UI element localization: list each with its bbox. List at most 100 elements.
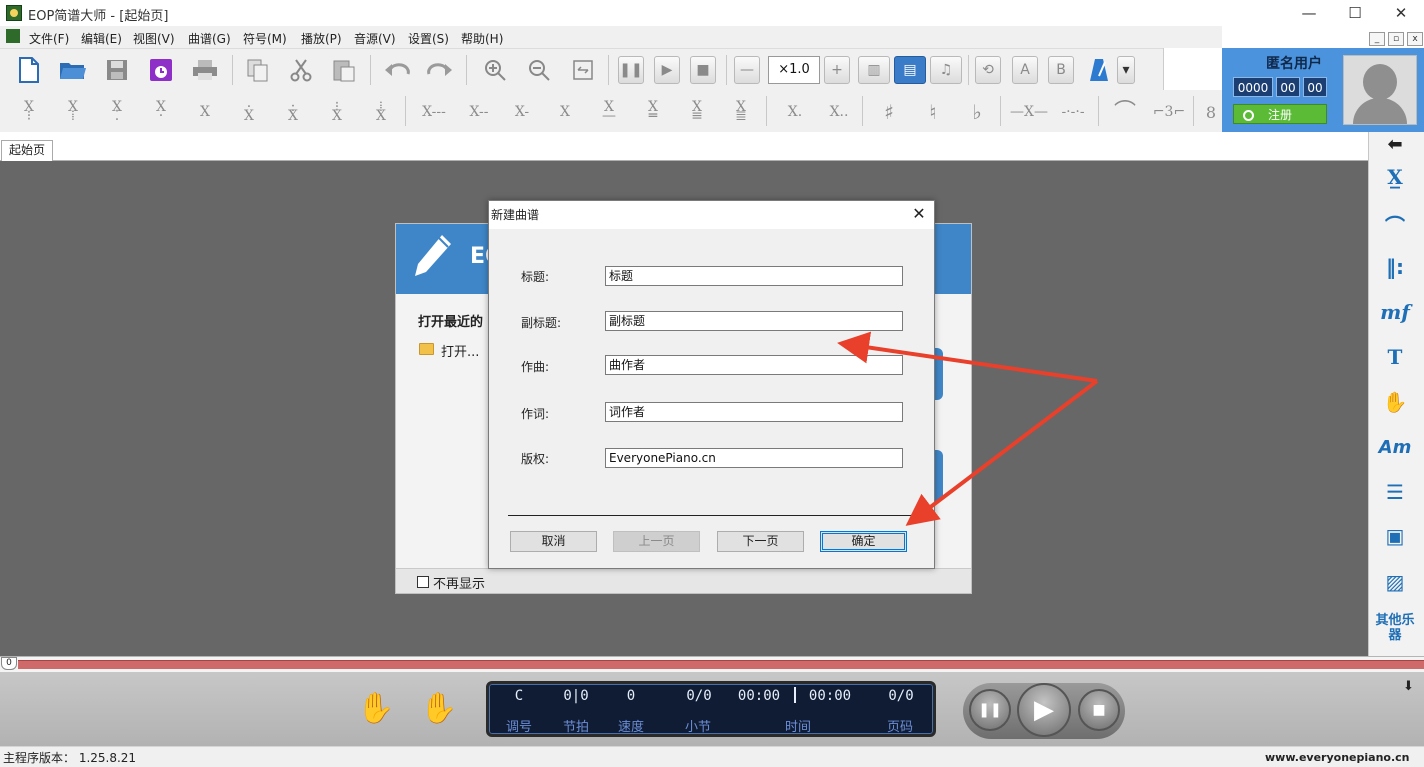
maximize-button[interactable]: ☐	[1332, 0, 1378, 26]
paste-button[interactable]	[327, 53, 361, 87]
fit-page-button[interactable]	[566, 53, 600, 87]
menu-view[interactable]: 视图(V)	[133, 30, 175, 47]
duration-button[interactable]: X-	[503, 96, 541, 128]
speed-field[interactable]: ×1.0	[768, 56, 820, 84]
save-clock-tool-icon[interactable]: ▣	[1372, 524, 1418, 548]
copyright-input[interactable]: EveryonePiano.cn	[605, 448, 903, 468]
title-input[interactable]: 标题	[605, 266, 903, 286]
duration-button[interactable]: X--	[460, 96, 498, 128]
metronome-button[interactable]	[1082, 53, 1116, 87]
note-button[interactable]: ⁞ X	[362, 96, 400, 128]
menu-score[interactable]: 曲谱(G)	[188, 30, 231, 47]
no-show-checkbox[interactable]	[417, 576, 429, 588]
cancel-button[interactable]: 取消	[510, 531, 597, 552]
prev-page-button[interactable]: 上一页	[613, 531, 700, 552]
subtitle-input[interactable]: 副标题	[605, 311, 903, 331]
menu-symbol[interactable]: 符号(M)	[243, 30, 287, 47]
dynamics-tool-icon[interactable]: mf	[1372, 300, 1418, 324]
menu-sound[interactable]: 音源(V)	[354, 30, 396, 47]
lyricist-input[interactable]: 词作者	[605, 402, 903, 422]
spectrum-button[interactable]: ▤	[894, 56, 926, 84]
duration-button[interactable]: X	[546, 96, 584, 128]
double-dotted-note-button[interactable]: X..	[820, 96, 858, 128]
repeat-tool-icon[interactable]: ‖:	[1372, 255, 1418, 279]
redo-button[interactable]	[423, 53, 457, 87]
save-button[interactable]	[100, 53, 134, 87]
sharp-button[interactable]: ♯	[870, 96, 908, 128]
dotted-note-button[interactable]: X.	[776, 96, 814, 128]
mark-a-button[interactable]: A	[1012, 56, 1038, 84]
menu-play[interactable]: 播放(P)	[301, 30, 342, 47]
note-button[interactable]: X ⁚	[98, 96, 136, 128]
sixteenth-note-button[interactable]: X ═	[634, 96, 672, 128]
chord-tool-icon[interactable]: Am	[1372, 437, 1418, 458]
menu-settings[interactable]: 设置(S)	[408, 30, 449, 47]
mark-b-button[interactable]: B	[1048, 56, 1074, 84]
right-hand-icon[interactable]: ✋	[420, 692, 457, 728]
duration-button[interactable]: X---	[414, 96, 454, 128]
save-timed-button[interactable]	[144, 53, 178, 87]
copy-button[interactable]	[241, 53, 275, 87]
dialog-close-icon[interactable]: ✕	[908, 203, 930, 225]
collapse-arrow-icon[interactable]: ⬅	[1372, 134, 1418, 155]
natural-button[interactable]: ♮	[914, 96, 952, 128]
image-tool-icon[interactable]: ▨	[1372, 570, 1418, 594]
note-tool-icon[interactable]: X̲	[1372, 165, 1418, 189]
zoom-in-button[interactable]	[478, 53, 512, 87]
transport-play-button[interactable]: ▶	[1017, 683, 1071, 737]
timeline-track[interactable]	[18, 660, 1424, 669]
cut-button[interactable]	[284, 53, 318, 87]
note-button[interactable]: · X	[230, 96, 268, 128]
ok-button[interactable]: 确定	[820, 531, 907, 552]
text-tool-icon[interactable]: T	[1372, 345, 1418, 369]
composer-input[interactable]: 曲作者	[605, 355, 903, 375]
speed-up-button[interactable]: +	[824, 56, 850, 84]
octave-button[interactable]: 8	[1200, 96, 1222, 128]
undo-button[interactable]	[380, 53, 414, 87]
note-button[interactable]: X ⁝	[10, 96, 48, 128]
tab-start-page[interactable]: 起始页	[1, 140, 54, 161]
open-file-link[interactable]: 打开...	[441, 341, 479, 360]
pause-button[interactable]: ❚❚	[618, 56, 644, 84]
mdi-restore-button[interactable]: ▫	[1388, 32, 1404, 46]
slur-button[interactable]: ⌒	[1106, 96, 1144, 128]
spacing-tool-icon[interactable]: ☰	[1372, 480, 1418, 504]
next-page-button[interactable]: 下一页	[717, 531, 804, 552]
fingering-tool-icon[interactable]: ✋	[1372, 390, 1418, 414]
speed-down-button[interactable]: —	[734, 56, 760, 84]
minimize-button[interactable]: —	[1286, 0, 1332, 26]
mdi-close-button[interactable]: x	[1407, 32, 1423, 46]
left-hand-icon[interactable]: ✋	[357, 692, 394, 728]
expand-down-icon[interactable]: ⬇	[1403, 679, 1414, 694]
print-button[interactable]	[188, 53, 222, 87]
other-instruments-button[interactable]: 其他乐器	[1372, 613, 1418, 643]
staff-button[interactable]: ♫	[930, 56, 962, 84]
metronome-dropdown[interactable]: ▾	[1117, 56, 1135, 84]
zoom-out-button[interactable]	[522, 53, 556, 87]
menu-file[interactable]: 文件(F)	[29, 30, 69, 47]
menu-help[interactable]: 帮助(H)	[461, 30, 503, 47]
loop-ab-button[interactable]: ⟲	[975, 56, 1001, 84]
play-button[interactable]: ▶	[654, 56, 680, 84]
close-button[interactable]: ✕	[1378, 0, 1424, 26]
flat-button[interactable]: ♭	[958, 96, 996, 128]
dash-line-button[interactable]: -·-·-	[1052, 96, 1094, 128]
triplet-button[interactable]: ⌐3⌐	[1150, 96, 1188, 128]
register-button[interactable]: 注册	[1233, 104, 1327, 124]
note-button[interactable]: X	[186, 96, 224, 128]
thirtysecond-note-button[interactable]: X ≡	[678, 96, 716, 128]
note-button[interactable]: :X	[274, 96, 312, 128]
eighth-note-button[interactable]: X —	[590, 96, 628, 128]
menu-edit[interactable]: 编辑(E)	[81, 30, 122, 47]
new-file-button[interactable]	[12, 53, 46, 87]
note-button[interactable]: X ·	[142, 96, 180, 128]
timeline-marker[interactable]: 0	[1, 657, 17, 670]
stop-button[interactable]: ■	[690, 56, 716, 84]
rest-line-button[interactable]: —X—	[1008, 96, 1050, 128]
transport-stop-button[interactable]: ■	[1078, 689, 1120, 731]
transport-pause-button[interactable]: ❚❚	[969, 689, 1011, 731]
arc-tool-icon[interactable]: ⌒	[1372, 210, 1418, 239]
note-button[interactable]: X ⁞	[54, 96, 92, 128]
open-file-button[interactable]	[56, 53, 90, 87]
sixtyfourth-note-button[interactable]: X ≣	[722, 96, 760, 128]
